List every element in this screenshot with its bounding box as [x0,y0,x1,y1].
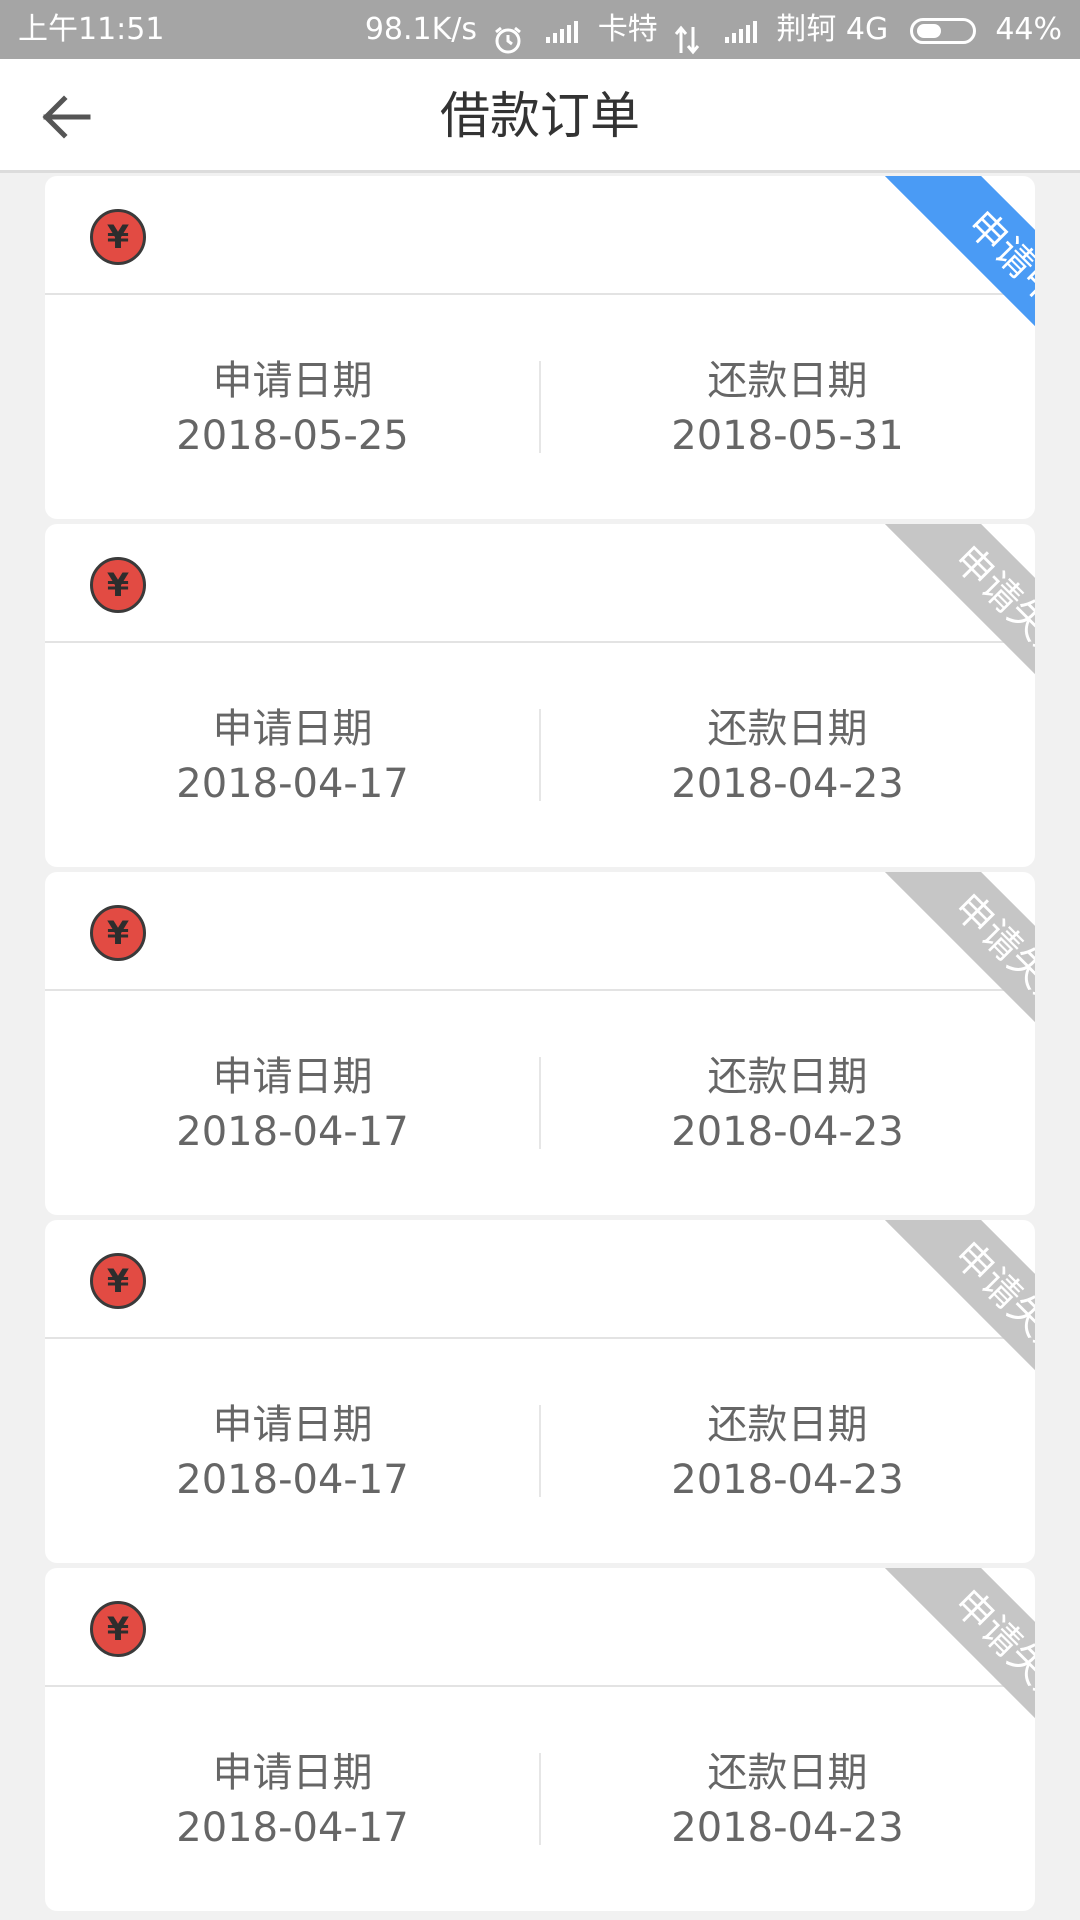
repay-date-value: 2018-04-23 [671,1457,904,1503]
repay-date-label: 还款日期 [707,1054,868,1100]
repay-date-label: 还款日期 [707,358,868,404]
status-ribbon: 申请失败 [835,1568,1035,1768]
repay-date-label: 还款日期 [707,706,868,752]
yuan-coin-icon: ¥ [90,209,146,265]
order-card[interactable]: ¥ 申请中 申请日期 2018-05-25 还款日期 2018-05-31 [45,176,1035,519]
order-card[interactable]: ¥ 申请失败 申请日期 2018-04-17 还款日期 2018-04-23 [45,524,1035,867]
order-card[interactable]: ¥ 申请失败 申请日期 2018-04-17 还款日期 2018-04-23 [45,872,1035,1215]
repay-date-value: 2018-04-23 [671,1805,904,1851]
signal-icon [544,19,582,43]
status-ribbon: 申请失败 [835,1220,1035,1420]
status-ribbon-label: 申请失败 [884,524,1035,724]
apply-date-block: 申请日期 2018-04-17 [45,1748,540,1856]
repay-date-block: 还款日期 2018-05-31 [540,356,1035,464]
carrier-2: 荆轲 [776,12,837,47]
status-right: 98.1K/s 卡特 荆轲 4G 44% [365,0,1062,59]
status-ribbon: 申请中 [835,176,1035,376]
battery-icon [909,17,976,44]
yuan-coin-icon: ¥ [90,557,146,613]
yuan-coin-icon: ¥ [90,905,146,961]
apply-date-label: 申请日期 [212,1750,373,1796]
apply-date-value: 2018-04-17 [176,1805,409,1851]
repay-date-label: 还款日期 [707,1402,868,1448]
status-ribbon: 申请失败 [835,524,1035,724]
apply-date-value: 2018-05-25 [176,413,409,459]
repay-date-block: 还款日期 2018-04-23 [540,704,1035,812]
page-title: 借款订单 [440,87,640,145]
signal-icon-2 [723,19,761,43]
order-card[interactable]: ¥ 申请失败 申请日期 2018-04-17 还款日期 2018-04-23 [45,1568,1035,1911]
apply-date-block: 申请日期 2018-05-25 [45,356,540,464]
net-speed: 98.1K/s [364,12,478,47]
apply-date-value: 2018-04-17 [176,1109,409,1155]
apply-date-block: 申请日期 2018-04-17 [45,704,540,812]
apply-date-label: 申请日期 [212,706,373,752]
status-bar: 上午11:51 98.1K/s 卡特 荆轲 4G 44% [0,0,1080,59]
apply-date-block: 申请日期 2018-04-17 [45,1400,540,1508]
repay-date-value: 2018-05-31 [671,413,904,459]
apply-date-label: 申请日期 [212,1054,373,1100]
repay-date-block: 还款日期 2018-04-23 [540,1400,1035,1508]
repay-date-block: 还款日期 2018-04-23 [540,1052,1035,1160]
status-ribbon-label: 申请失败 [884,1568,1035,1768]
battery-level [916,23,941,38]
status-ribbon-label: 申请失败 [884,872,1035,1072]
status-ribbon: 申请失败 [835,872,1035,1072]
network-type: 4G [845,12,889,47]
repay-date-label: 还款日期 [707,1750,868,1796]
apply-date-label: 申请日期 [212,358,373,404]
apply-date-value: 2018-04-17 [176,761,409,807]
status-time: 上午11:51 [18,12,165,47]
data-arrows-icon [673,16,701,54]
apply-date-label: 申请日期 [212,1402,373,1448]
apply-date-value: 2018-04-17 [176,1457,409,1503]
yuan-coin-icon: ¥ [90,1601,146,1657]
yuan-coin-icon: ¥ [90,1253,146,1309]
apply-date-block: 申请日期 2018-04-17 [45,1052,540,1160]
alarm-icon [493,16,523,53]
repay-date-value: 2018-04-23 [671,761,904,807]
battery-percent: 44% [995,12,1062,47]
order-card[interactable]: ¥ 申请失败 申请日期 2018-04-17 还款日期 2018-04-23 [45,1220,1035,1563]
status-ribbon-label: 申请失败 [884,1220,1035,1420]
status-ribbon-label: 申请中 [884,176,1035,376]
app-bar: 借款订单 [0,59,1080,173]
carrier-1: 卡特 [597,12,658,47]
repay-date-block: 还款日期 2018-04-23 [540,1748,1035,1856]
repay-date-value: 2018-04-23 [671,1109,904,1155]
